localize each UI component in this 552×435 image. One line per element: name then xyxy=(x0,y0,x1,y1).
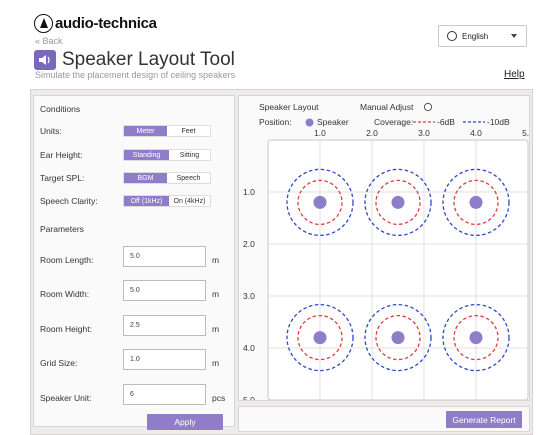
y-tick-label: 2.0 xyxy=(243,239,255,249)
grid-size-unit: m xyxy=(212,358,220,368)
room-length-unit: m xyxy=(212,255,220,265)
page-subtitle: Simulate the placement design of ceiling… xyxy=(35,70,236,80)
room-width-label: Room Width: xyxy=(40,289,90,299)
tool-frame: Conditions Units: Meter Feet Ear Height:… xyxy=(30,89,533,435)
speaker-marker xyxy=(313,195,327,209)
back-link[interactable]: « Back xyxy=(35,36,63,46)
y-tick-label: 3.0 xyxy=(243,291,255,301)
speaker-unit-input[interactable]: 6 xyxy=(123,384,206,405)
room-length-label: Room Length: xyxy=(40,255,94,265)
units-label: Units: xyxy=(40,126,62,136)
target-spl-label: Target SPL: xyxy=(40,173,85,183)
speech-clarity-off-option[interactable]: Off (1kHz) xyxy=(124,196,169,206)
room-width-unit: m xyxy=(212,289,220,299)
room-height-input[interactable]: 2.5 xyxy=(123,315,206,336)
y-tick-label: 4.0 xyxy=(243,343,255,353)
x-tick-label: 1.0 xyxy=(314,128,326,138)
units-meter-option[interactable]: Meter xyxy=(124,126,167,136)
room-width-input[interactable]: 5.0 xyxy=(123,280,206,301)
room-height-unit: m xyxy=(212,324,220,334)
page-title: Speaker Layout Tool xyxy=(62,49,235,70)
settings-panel: Conditions Units: Meter Feet Ear Height:… xyxy=(33,95,235,430)
speaker-marker xyxy=(313,331,327,345)
help-link[interactable]: Help xyxy=(504,69,525,80)
chevron-down-icon xyxy=(511,34,517,38)
audio-technica-logo-icon xyxy=(34,13,53,33)
language-select[interactable]: English xyxy=(438,25,527,47)
conditions-heading: Conditions xyxy=(40,104,81,114)
ear-height-sitting-option[interactable]: Sitting xyxy=(169,150,210,160)
parameters-heading: Parameters xyxy=(40,224,84,234)
speaker-marker xyxy=(469,331,483,345)
generate-report-button[interactable]: Generate Report xyxy=(446,411,522,428)
room-height-label: Room Height: xyxy=(40,324,92,334)
y-tick-label: 5.0 xyxy=(243,395,255,400)
speaker-unit-label: Speaker Unit: xyxy=(40,393,92,403)
globe-icon xyxy=(447,31,457,41)
x-tick-label: 2.0 xyxy=(366,128,378,138)
speaker-marker xyxy=(391,195,405,209)
units-toggle: Meter Feet xyxy=(123,125,211,137)
units-feet-option[interactable]: Feet xyxy=(167,126,210,136)
x-tick-label: 5.0 xyxy=(522,128,529,138)
speaker-layout-plot[interactable]: 1.02.03.04.05.0[m]1.02.03.04.05.0[m] xyxy=(239,96,529,400)
y-tick-label: 1.0 xyxy=(243,187,255,197)
ear-height-standing-option[interactable]: Standing xyxy=(124,150,169,160)
target-spl-speech-option[interactable]: Speech xyxy=(167,173,210,183)
ear-height-toggle: Standing Sitting xyxy=(123,149,211,161)
speech-clarity-on-option[interactable]: On (4kHz) xyxy=(169,196,210,206)
speech-clarity-toggle: Off (1kHz) On (4kHz) xyxy=(123,195,211,207)
apply-button[interactable]: Apply xyxy=(147,414,223,430)
report-bar: Generate Report xyxy=(238,406,530,432)
brand-name: audio-technica xyxy=(55,14,157,32)
speaker-unit-unit: pcs xyxy=(212,393,226,403)
grid-size-label: Grid Size: xyxy=(40,358,78,368)
speaker-icon xyxy=(34,50,56,70)
room-area xyxy=(267,139,529,400)
target-spl-toggle: BGM Speech xyxy=(123,172,211,184)
x-tick-label: 3.0 xyxy=(418,128,430,138)
grid-size-input[interactable]: 1.0 xyxy=(123,349,206,370)
x-tick-label: 4.0 xyxy=(470,128,482,138)
speaker-marker xyxy=(469,195,483,209)
brand-logo: audio-technica xyxy=(34,12,157,34)
room-length-input[interactable]: 5.0 xyxy=(123,246,206,267)
language-value: English xyxy=(462,31,489,41)
speech-clarity-label: Speech Clarity: xyxy=(40,196,98,206)
page-title-row: Speaker Layout Tool xyxy=(34,49,235,71)
ear-height-label: Ear Height: xyxy=(40,150,83,160)
target-spl-bgm-option[interactable]: BGM xyxy=(124,173,167,183)
speaker-marker xyxy=(391,331,405,345)
speaker-layout-panel: Speaker Layout Manual Adjust Position: S… xyxy=(238,95,530,401)
